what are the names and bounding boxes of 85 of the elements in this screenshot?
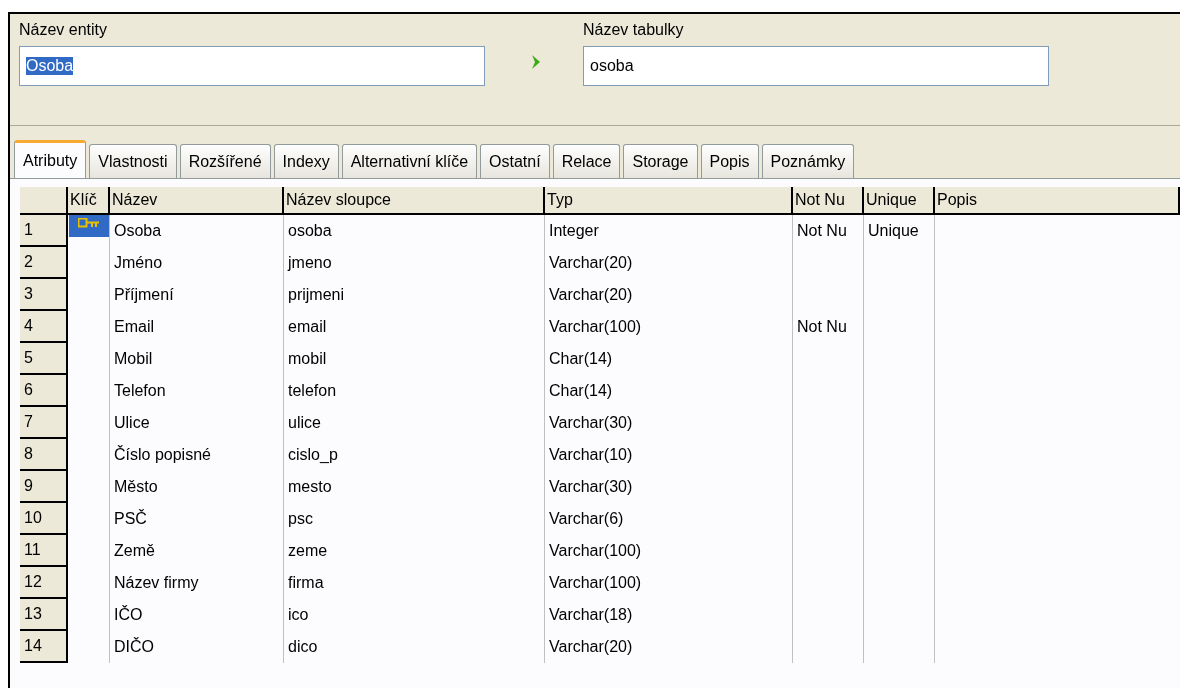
table-cell: Země xyxy=(114,542,155,560)
tab[interactable]: Popis xyxy=(700,144,759,178)
table-cell: Číslo popisné xyxy=(114,446,211,464)
table-cell: IČO xyxy=(114,606,143,624)
field-label: Název entity xyxy=(19,20,109,40)
row-number[interactable]: 14 xyxy=(20,631,68,663)
column-header[interactable]: Název sloupce xyxy=(284,187,545,215)
row-number[interactable]: 11 xyxy=(20,535,68,567)
chevron-right-icon xyxy=(531,54,541,70)
field-value: Osoba xyxy=(26,57,74,75)
column-header[interactable]: Název xyxy=(110,187,284,215)
table-cell: prijmeni xyxy=(288,286,344,304)
table-cell: osoba xyxy=(288,222,332,240)
table-cell: Ulice xyxy=(114,414,150,432)
row-number[interactable]: 9 xyxy=(20,471,68,503)
row-number[interactable]: 12 xyxy=(20,567,68,599)
table-cell: telefon xyxy=(288,382,337,400)
table-cell: Unique xyxy=(868,222,919,240)
tab[interactable]: Storage xyxy=(623,144,698,178)
field-value: osoba xyxy=(590,57,634,75)
row-number[interactable]: 2 xyxy=(20,247,68,279)
column-header[interactable]: Typ xyxy=(545,187,793,215)
table-cell: zeme xyxy=(288,542,328,560)
table-cell: Varchar(100) xyxy=(549,574,642,592)
table-cell: ulice xyxy=(288,414,321,432)
table-cell: Integer xyxy=(549,222,599,240)
tab[interactable]: Vlastnosti xyxy=(89,144,177,178)
table-cell: Telefon xyxy=(114,382,166,400)
row-number[interactable]: 13 xyxy=(20,599,68,631)
table-cell: DIČO xyxy=(114,638,154,656)
table-cell: Název firmy xyxy=(114,574,199,592)
row-number[interactable]: 4 xyxy=(20,311,68,343)
table-cell: Email xyxy=(114,318,154,336)
entity-name-field[interactable]: Osoba xyxy=(19,46,485,86)
corner-header xyxy=(20,187,68,215)
tab[interactable]: Indexy xyxy=(273,144,339,178)
column-header[interactable]: Popis xyxy=(935,187,1180,215)
row-number[interactable]: 5 xyxy=(20,343,68,375)
table-cell: Varchar(30) xyxy=(549,478,633,496)
table-cell: ico xyxy=(288,606,309,624)
table-cell: PSČ xyxy=(114,510,147,528)
table-cell: Jméno xyxy=(114,254,163,272)
table-cell: Not Nu xyxy=(797,222,847,240)
tab[interactable]: Atributy xyxy=(14,140,87,178)
table-cell: Varchar(6) xyxy=(549,510,624,528)
column-header[interactable]: Klíč xyxy=(68,187,110,215)
table-cell: Char(14) xyxy=(549,382,613,400)
field-label: Název tabulky xyxy=(583,20,685,40)
table-cell: Varchar(100) xyxy=(549,542,642,560)
row-number[interactable]: 3 xyxy=(20,279,68,311)
key-icon xyxy=(77,218,100,228)
table-cell: Varchar(100) xyxy=(549,318,642,336)
table-cell: Char(14) xyxy=(549,350,613,368)
row-number[interactable]: 7 xyxy=(20,407,68,439)
column-header[interactable]: Not Nu xyxy=(793,187,864,215)
table-cell: Varchar(20) xyxy=(549,286,633,304)
table-cell: mobil xyxy=(288,350,327,368)
tab[interactable]: Ostatní xyxy=(480,144,550,178)
table-cell: Varchar(18) xyxy=(549,606,633,624)
table-cell: dico xyxy=(288,638,318,656)
row-number[interactable]: 1 xyxy=(20,215,68,247)
table-cell: Mobil xyxy=(114,350,153,368)
table-cell: Varchar(30) xyxy=(549,414,633,432)
tab[interactable]: Rozšířené xyxy=(179,144,271,178)
row-number[interactable]: 8 xyxy=(20,439,68,471)
table-cell: email xyxy=(288,318,327,336)
tab[interactable]: Relace xyxy=(552,144,621,178)
table-cell: Not Nu xyxy=(797,318,847,336)
row-number[interactable]: 6 xyxy=(20,375,68,407)
table-cell: Varchar(20) xyxy=(549,254,633,272)
table-name-field[interactable]: osoba xyxy=(583,46,1049,86)
tab[interactable]: Poznámky xyxy=(761,144,855,178)
table-cell: Příjmení xyxy=(114,286,174,304)
table-cell: jmeno xyxy=(288,254,332,272)
tab[interactable]: Alternativní klíče xyxy=(341,144,478,178)
column-header[interactable]: Unique xyxy=(864,187,935,215)
table-cell: Varchar(20) xyxy=(549,638,633,656)
table-cell: Varchar(10) xyxy=(549,446,633,464)
table-cell: Město xyxy=(114,478,158,496)
row-number[interactable]: 10 xyxy=(20,503,68,535)
table-cell: psc xyxy=(288,510,313,528)
table-cell: firma xyxy=(288,574,324,592)
table-cell: mesto xyxy=(288,478,332,496)
table-cell: Osoba xyxy=(114,222,162,240)
table-cell: cislo_p xyxy=(288,446,338,464)
